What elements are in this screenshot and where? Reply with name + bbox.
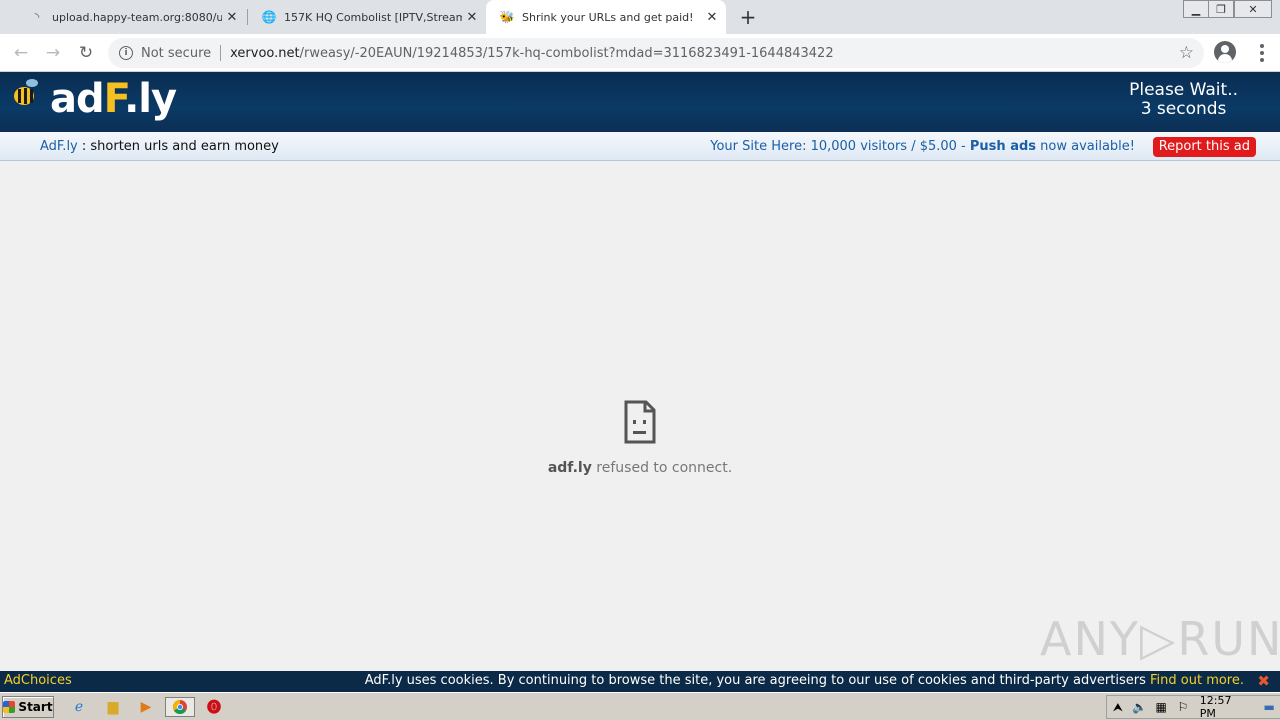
show-desktop-icon[interactable]: ▬: [1258, 700, 1280, 714]
ie-icon[interactable]: ℯ: [68, 697, 90, 717]
adfly-logo[interactable]: adF.ly: [8, 72, 177, 132]
tagline: AdF.ly : shorten urls and earn money: [40, 139, 279, 154]
info-icon[interactable]: i: [119, 46, 133, 60]
tagline-brand-link[interactable]: AdF.ly: [40, 139, 78, 154]
tab-title: Shrink your URLs and get paid!: [522, 10, 694, 24]
close-tab-icon[interactable]: ✕: [462, 7, 482, 27]
opera-icon[interactable]: ⓿: [203, 697, 225, 717]
media-player-icon[interactable]: ▶: [135, 697, 157, 717]
browser-toolbar: ← → ↻ i Not secure xervoo.net/rweasy/-20…: [0, 34, 1280, 72]
wait-title: Please Wait..: [1129, 80, 1238, 100]
account-icon[interactable]: [1214, 41, 1236, 63]
clock: 12:57 PM: [1199, 694, 1232, 720]
security-label: Not secure: [141, 45, 212, 61]
start-button[interactable]: Start: [2, 696, 54, 718]
url-separator: [220, 45, 222, 61]
adfly-subbar: AdF.ly : shorten urls and earn money You…: [0, 132, 1280, 161]
windows-taskbar: Start ℯ ▆ ▶ ⓿ ⮝ 🔈 ▦ ⚐ 12:57 PM ▬: [0, 692, 1280, 720]
system-tray: ⮝ 🔈 ▦ ⚐ 12:57 PM ▬: [1106, 694, 1280, 720]
tab-combolist[interactable]: 🌐 157K HQ Combolist [IPTV,Stream,Ga ✕: [248, 0, 486, 34]
cookie-bar: AdChoices AdF.ly uses cookies. By contin…: [0, 671, 1280, 692]
tab-title: upload.happy-team.org:8080/upser: [52, 10, 222, 24]
logo-text: adF.ly: [50, 76, 177, 122]
countdown: Please Wait.. 3 seconds: [1129, 81, 1238, 119]
cookie-notice: AdF.ly uses cookies. By continuing to br…: [364, 673, 1244, 688]
flag-icon[interactable]: ⚐: [1172, 700, 1194, 714]
url-host: xervoo.net: [230, 45, 300, 61]
tab-adfly[interactable]: 🐝 Shrink your URLs and get paid! ✕: [486, 0, 726, 34]
volume-icon[interactable]: 🔈: [1129, 700, 1151, 714]
adchoices-link[interactable]: AdChoices: [4, 673, 72, 688]
anyrun-watermark: ANY▷RUN: [1040, 612, 1280, 666]
restore-button[interactable]: ❐: [1208, 0, 1234, 18]
windows-flag-icon: [3, 701, 16, 713]
find-out-more-link[interactable]: Find out more.: [1150, 673, 1244, 688]
frame-error: adf.ly refused to connect.: [0, 400, 1280, 476]
sad-page-icon: [624, 400, 656, 444]
globe-icon: 🌐: [261, 10, 277, 24]
reload-button[interactable]: ↻: [74, 41, 98, 65]
close-tab-icon[interactable]: ✕: [222, 7, 242, 27]
wait-seconds: 3 seconds: [1140, 99, 1227, 119]
tab-title: 157K HQ Combolist [IPTV,Stream,Ga: [284, 10, 462, 24]
adfly-header: adF.ly Please Wait.. 3 seconds: [0, 72, 1280, 132]
close-window-button[interactable]: ✕: [1234, 0, 1272, 18]
error-message: adf.ly refused to connect.: [547, 460, 733, 476]
chrome-logo: [173, 700, 187, 714]
minimize-button[interactable]: ▁: [1183, 0, 1209, 18]
back-button[interactable]: ←: [9, 41, 33, 65]
push-ads-promo[interactable]: Your Site Here: 10,000 visitors / $5.00 …: [710, 139, 1135, 154]
tab-upload[interactable]: ◝ upload.happy-team.org:8080/upser ✕: [16, 0, 246, 34]
tab-strip: ◝ upload.happy-team.org:8080/upser ✕ 🌐 1…: [0, 0, 1280, 34]
report-ad-button[interactable]: Report this ad: [1152, 137, 1256, 157]
menu-dots-icon[interactable]: [1252, 42, 1272, 64]
url-path: /rweasy/-20EAUN/19214853/157k-hq-comboli…: [299, 45, 834, 61]
forward-button[interactable]: →: [41, 41, 65, 65]
address-bar[interactable]: i Not secure xervoo.net/rweasy/-20EAUN/1…: [108, 38, 1204, 68]
tray-expand-icon[interactable]: ⮝: [1107, 700, 1129, 715]
close-tab-icon[interactable]: ✕: [702, 7, 722, 27]
chrome-icon[interactable]: [165, 697, 195, 717]
new-tab-button[interactable]: +: [736, 5, 760, 29]
folder-icon[interactable]: ▆: [102, 697, 124, 717]
close-icon[interactable]: ✖: [1257, 672, 1270, 690]
bee-icon: 🐝: [499, 10, 515, 24]
bookmark-star-icon[interactable]: ☆: [1179, 43, 1194, 63]
network-icon[interactable]: ▦: [1150, 700, 1172, 714]
bee-icon: [14, 79, 38, 105]
loading-icon: ◝: [34, 10, 40, 24]
